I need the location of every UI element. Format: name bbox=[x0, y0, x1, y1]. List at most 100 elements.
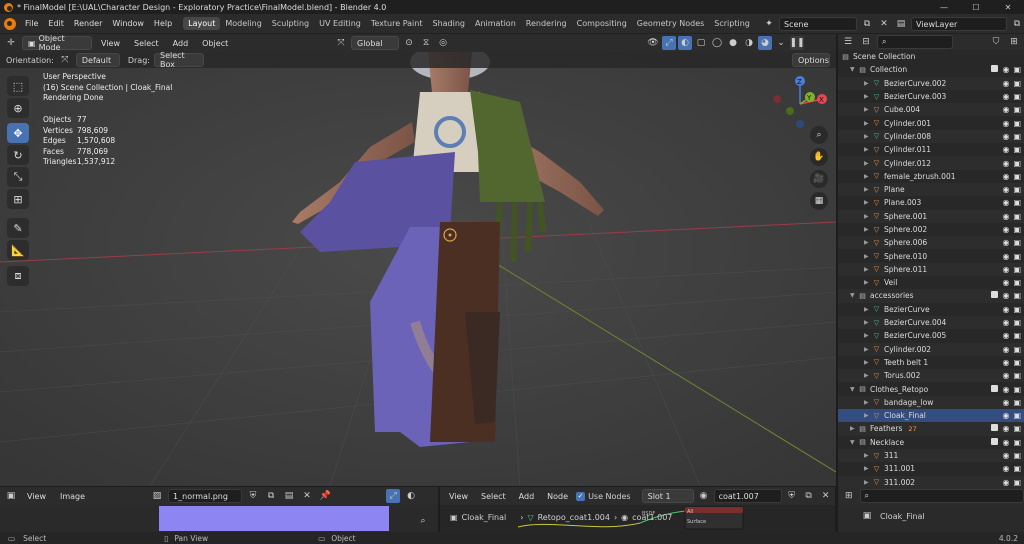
collapse-arrow-icon[interactable]: ▶ bbox=[864, 266, 872, 273]
render-camera-icon[interactable]: ▣ bbox=[1013, 291, 1021, 300]
blender-menu-icon[interactable] bbox=[4, 17, 16, 30]
visibility-eye-icon[interactable]: ◉ bbox=[1002, 371, 1009, 380]
visibility-icon[interactable]: 👁 bbox=[646, 36, 660, 50]
visibility-eye-icon[interactable]: ◉ bbox=[1002, 424, 1009, 433]
annotate-tool[interactable]: ✎ bbox=[7, 218, 29, 238]
visibility-eye-icon[interactable]: ◉ bbox=[1002, 132, 1009, 141]
render-camera-icon[interactable]: ▣ bbox=[1013, 238, 1021, 247]
outliner-object-row[interactable]: ▶ ▽ BezierCurve.002 ◉ ▣ bbox=[838, 76, 1024, 90]
outliner-collection-row[interactable]: ▼ ▤ accessories ◉ ▣ bbox=[838, 289, 1024, 303]
tab-geometry-nodes[interactable]: Geometry Nodes bbox=[632, 17, 709, 30]
collapse-arrow-icon[interactable]: ▶ bbox=[864, 133, 872, 140]
gizmo-toggle-icon[interactable]: ⤢ bbox=[662, 36, 676, 50]
outliner-object-row[interactable]: ▶ ▽ Torus.002 ◉ ▣ bbox=[838, 369, 1024, 383]
outliner-object-row[interactable]: ▶ ▽ Cylinder.001 ◉ ▣ bbox=[838, 116, 1024, 129]
render-camera-icon[interactable]: ▣ bbox=[1013, 92, 1021, 101]
collapse-arrow-icon[interactable]: ▶ bbox=[864, 306, 872, 313]
visibility-eye-icon[interactable]: ◉ bbox=[1002, 305, 1009, 314]
tab-shading[interactable]: Shading bbox=[427, 17, 470, 30]
tab-uv-editing[interactable]: UV Editing bbox=[314, 17, 366, 30]
render-camera-icon[interactable]: ▣ bbox=[1013, 478, 1021, 487]
unlink-image-icon[interactable]: ✕ bbox=[300, 489, 314, 503]
rotate-tool[interactable]: ↻ bbox=[7, 145, 29, 165]
render-camera-icon[interactable]: ▣ bbox=[1013, 159, 1021, 168]
options-button[interactable]: Options bbox=[792, 53, 830, 67]
tab-texture-paint[interactable]: Texture Paint bbox=[366, 17, 428, 30]
menu-render[interactable]: Render bbox=[69, 19, 107, 28]
menu-file[interactable]: File bbox=[20, 19, 43, 28]
shading-rendered-icon[interactable]: ◕ bbox=[758, 36, 772, 50]
pivot-icon[interactable]: ⊙ bbox=[402, 36, 416, 50]
tab-rendering[interactable]: Rendering bbox=[521, 17, 572, 30]
viewport-menu-select[interactable]: Select bbox=[129, 39, 164, 48]
outliner-object-row[interactable]: ▶ ▽ BezierCurve.003 ◉ ▣ bbox=[838, 90, 1024, 103]
render-camera-icon[interactable]: ▣ bbox=[1013, 371, 1021, 380]
visibility-eye-icon[interactable]: ◉ bbox=[1002, 159, 1009, 168]
visibility-eye-icon[interactable]: ◉ bbox=[1002, 172, 1009, 181]
collapse-arrow-icon[interactable]: ▶ bbox=[864, 346, 872, 353]
outliner-object-row[interactable]: ▶ ▽ Sphere.010 ◉ ▣ bbox=[838, 249, 1024, 262]
render-camera-icon[interactable]: ▣ bbox=[1013, 358, 1021, 367]
outliner-object-row[interactable]: ▶ ▽ Plane ◉ ▣ bbox=[838, 182, 1024, 197]
render-camera-icon[interactable]: ▣ bbox=[1013, 278, 1021, 287]
visibility-eye-icon[interactable]: ◉ bbox=[1002, 398, 1009, 407]
filter-icon[interactable]: ⛉ bbox=[989, 35, 1003, 49]
render-camera-icon[interactable]: ▣ bbox=[1013, 79, 1021, 88]
collapse-arrow-icon[interactable]: ▶ bbox=[864, 106, 872, 113]
collapse-arrow-icon[interactable]: ▶ bbox=[864, 239, 872, 246]
outliner-object-row[interactable]: ▶ ▽ Cylinder.008 ◉ ▣ bbox=[838, 129, 1024, 144]
move-tool[interactable]: ✥ bbox=[7, 123, 29, 143]
transform-orientation-icon[interactable]: ⤧ bbox=[334, 36, 348, 50]
add-cube-tool[interactable]: ⧈ bbox=[7, 266, 29, 286]
render-camera-icon[interactable]: ▣ bbox=[1013, 185, 1021, 194]
viewport-menu-object[interactable]: Object bbox=[197, 39, 233, 48]
collapse-arrow-icon[interactable]: ▶ bbox=[864, 160, 872, 167]
exclude-checkbox[interactable] bbox=[991, 424, 999, 432]
render-camera-icon[interactable]: ▣ bbox=[1013, 252, 1021, 261]
node-menu-node[interactable]: Node bbox=[542, 492, 573, 501]
outliner-object-row[interactable]: ▶ ▽ Cloak_Final ◉ ▣ bbox=[838, 409, 1024, 423]
close-button[interactable]: ✕ bbox=[992, 3, 1024, 12]
visibility-eye-icon[interactable]: ◉ bbox=[1002, 464, 1009, 473]
collapse-arrow-icon[interactable]: ▶ bbox=[864, 319, 872, 326]
visibility-eye-icon[interactable]: ◉ bbox=[1002, 411, 1009, 420]
collapse-arrow-icon[interactable]: ▶ bbox=[864, 359, 872, 366]
pause-render-icon[interactable]: ❚❚ bbox=[789, 36, 805, 50]
scene-pin-icon[interactable]: ⧉ bbox=[860, 17, 874, 31]
scene-icon[interactable]: ✦ bbox=[762, 17, 776, 31]
scale-tool[interactable]: ⤡ bbox=[7, 167, 29, 187]
measure-tool[interactable]: 📐 bbox=[7, 240, 29, 260]
scene-delete-icon[interactable]: ✕ bbox=[877, 17, 891, 31]
render-camera-icon[interactable]: ▣ bbox=[1013, 225, 1021, 234]
xray-icon[interactable]: ▢ bbox=[694, 36, 708, 50]
collapse-arrow-icon[interactable]: ▶ bbox=[864, 372, 872, 379]
outliner-collection-row[interactable]: ▶ ▤ Feathers 27 ◉ ▣ bbox=[838, 422, 1024, 436]
visibility-eye-icon[interactable]: ◉ bbox=[1002, 252, 1009, 261]
drag-selector[interactable]: Select Box bbox=[153, 52, 204, 69]
render-camera-icon[interactable]: ▣ bbox=[1013, 398, 1021, 407]
menu-help[interactable]: Help bbox=[149, 19, 177, 28]
proportional-edit-icon[interactable]: ◎ bbox=[436, 36, 450, 50]
collapse-arrow-icon[interactable]: ▶ bbox=[864, 199, 872, 206]
outliner-object-row[interactable]: ▶ ▽ bandage_low ◉ ▣ bbox=[838, 395, 1024, 410]
material-output-node[interactable]: All Surface bbox=[683, 507, 745, 529]
zoom-icon[interactable]: ⌕ bbox=[810, 126, 828, 144]
collapse-arrow-icon[interactable]: ▶ bbox=[864, 452, 872, 459]
collapse-arrow-icon[interactable]: ▼ bbox=[850, 66, 858, 73]
outliner-object-row[interactable]: ▶ ▽ BezierCurve.004 ◉ ▣ bbox=[838, 315, 1024, 330]
render-camera-icon[interactable]: ▣ bbox=[1013, 318, 1021, 327]
outliner-object-row[interactable]: ▶ ▽ Cylinder.002 ◉ ▣ bbox=[838, 342, 1024, 356]
outliner-object-row[interactable]: ▶ ▽ BezierCurve ◉ ▣ bbox=[838, 303, 1024, 316]
ortho-grid-icon[interactable]: ▦ bbox=[810, 192, 828, 210]
image-name-field[interactable]: 1_normal.png bbox=[168, 489, 243, 503]
visibility-eye-icon[interactable]: ◉ bbox=[1002, 478, 1009, 487]
collapse-arrow-icon[interactable]: ▼ bbox=[850, 439, 858, 446]
scene-selector[interactable]: Scene bbox=[779, 17, 857, 31]
shading-wire-icon[interactable]: ◯ bbox=[710, 36, 724, 50]
render-camera-icon[interactable]: ▣ bbox=[1013, 331, 1021, 340]
render-camera-icon[interactable]: ▣ bbox=[1013, 411, 1021, 420]
render-camera-icon[interactable]: ▣ bbox=[1013, 345, 1021, 354]
render-camera-icon[interactable]: ▣ bbox=[1013, 265, 1021, 274]
collapse-arrow-icon[interactable]: ▶ bbox=[864, 120, 872, 127]
visibility-eye-icon[interactable]: ◉ bbox=[1002, 198, 1009, 207]
